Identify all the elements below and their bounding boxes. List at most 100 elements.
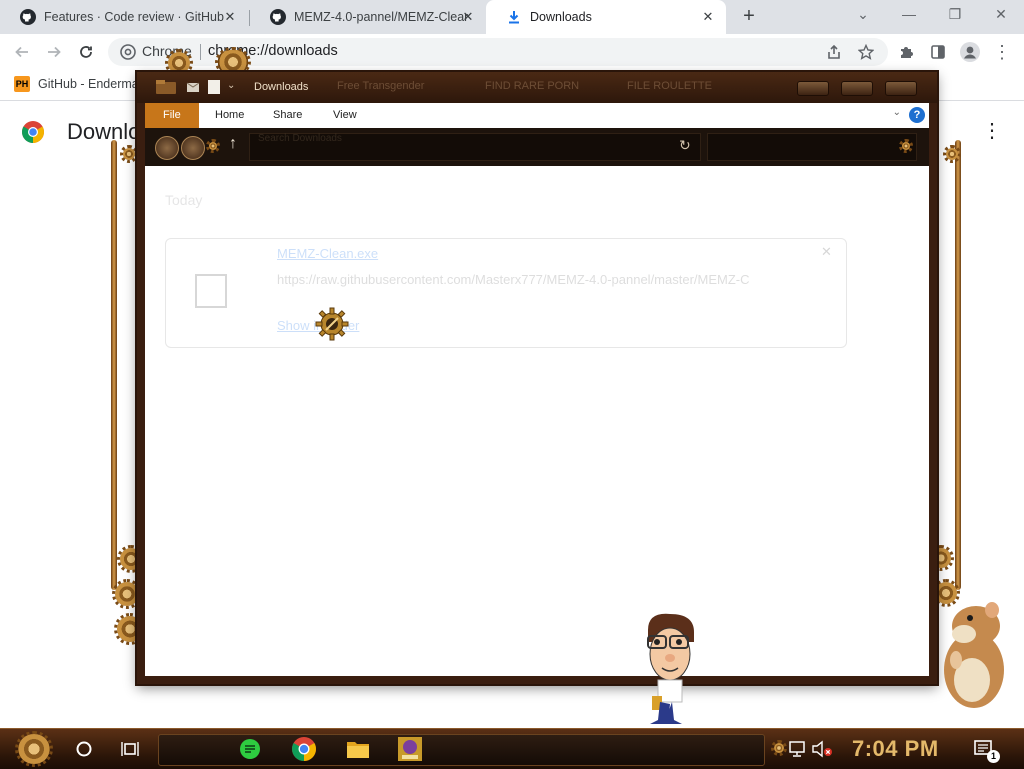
tab-memz-pannel[interactable]: MEMZ-4.0-pannel/MEMZ-Clean ✕ — [250, 0, 486, 34]
explorer-app-icon — [156, 80, 176, 94]
tab-search-icon[interactable]: ⌄ — [848, 3, 878, 27]
tab-title: Downloads — [530, 10, 592, 24]
gear-icon — [943, 145, 961, 163]
back-arrow-icon — [15, 46, 28, 58]
explorer-address-bar[interactable]: Search Downloads ⌄ — [249, 133, 728, 161]
explorer-content-pane[interactable]: Today MEMZ-Clean.exe https://raw.githubu… — [145, 166, 929, 676]
extensions-icon[interactable] — [894, 40, 918, 64]
ribbon-tab-home[interactable]: Home — [205, 103, 254, 128]
taskbar: 7:04 PM 1 — [0, 728, 1024, 769]
download-card — [165, 238, 847, 348]
maximize-button[interactable] — [841, 81, 873, 96]
quick-access-dropdown-icon[interactable]: ⌄ — [227, 80, 235, 96]
ghost-label: Free Transgender — [337, 80, 425, 92]
cartoon-character-icon — [647, 613, 694, 724]
brass-pipe-left — [111, 140, 117, 590]
forward-arrow-icon — [48, 46, 61, 58]
brass-pipe-right — [955, 140, 961, 590]
browser-toolbar: Chrome chrome://downloads ⋮ — [0, 34, 1024, 70]
up-level-icon[interactable]: ↑ — [229, 135, 237, 153]
minimize-button[interactable]: — — [894, 3, 924, 27]
reload-button[interactable] — [74, 40, 98, 64]
download-filename-link[interactable]: MEMZ-Clean.exe — [277, 246, 378, 261]
expand-ribbon-icon[interactable]: ⌄ — [893, 107, 901, 118]
share-icon[interactable] — [822, 40, 846, 64]
search-button[interactable] — [70, 735, 98, 763]
hamster-icon — [944, 602, 1004, 708]
cortana-circle-icon — [76, 741, 92, 757]
task-view-button[interactable] — [116, 735, 144, 763]
chrome-logo-icon — [22, 121, 44, 143]
ribbon-tab-file[interactable]: File — [145, 103, 199, 128]
ghost-label: FILE ROULETTE — [627, 80, 712, 92]
close-window-button[interactable] — [885, 81, 917, 96]
file-explorer-app[interactable] — [344, 735, 372, 763]
omnibox-divider — [200, 44, 201, 60]
github-icon — [20, 9, 36, 25]
new-tab-button[interactable]: + — [738, 5, 760, 27]
gear-icon — [215, 47, 251, 77]
side-panel-icon[interactable] — [926, 40, 950, 64]
bookmark-favicon: PH — [14, 76, 30, 92]
tab-title: Features · Code review · GitHub — [44, 10, 224, 24]
github-icon — [270, 9, 286, 25]
file-icon — [195, 274, 227, 308]
explorer-search-box[interactable] — [707, 133, 917, 161]
volume-muted-icon[interactable] — [808, 735, 836, 763]
tab-title: MEMZ-4.0-pannel/MEMZ-Clean — [294, 10, 468, 24]
explorer-ribbon: File Home Share View ⌄ ? — [145, 103, 929, 128]
sheets-icon — [240, 739, 260, 759]
explorer-back-button[interactable] — [155, 136, 179, 160]
close-tab-icon[interactable]: ✕ — [222, 9, 238, 25]
minimize-button[interactable] — [797, 81, 829, 96]
taskbar-clock[interactable]: 7:04 PM — [852, 736, 939, 762]
gear-icon — [112, 579, 142, 609]
close-window-button[interactable]: ✕ — [986, 3, 1016, 27]
bonzi-icon — [398, 737, 422, 761]
profile-avatar-icon[interactable] — [958, 40, 982, 64]
explorer-forward-button[interactable] — [181, 136, 205, 160]
bookmark-star-icon[interactable] — [854, 40, 878, 64]
sheets-app[interactable] — [236, 735, 264, 763]
bonzi-app[interactable] — [396, 735, 424, 763]
gear-icon — [120, 145, 138, 163]
restore-button[interactable]: ❐ — [940, 3, 970, 27]
chrome-app[interactable] — [290, 735, 318, 763]
notification-center-button[interactable]: 1 — [970, 735, 1000, 763]
recent-locations-icon[interactable] — [206, 139, 220, 153]
tab-downloads[interactable]: Downloads ✕ — [486, 0, 726, 34]
search-icon — [899, 139, 913, 153]
reload-icon — [80, 46, 92, 58]
explorer-titlebar[interactable]: ⌄ Free Transgender FIND RARE PORN FILE R… — [137, 72, 937, 103]
help-icon[interactable]: ? — [909, 107, 925, 123]
explorer-navigation-bar: ↑ Search Downloads ⌄ ↻ — [145, 128, 929, 166]
ghost-label: FIND RARE PORN — [485, 80, 580, 92]
ribbon-tab-view[interactable]: View — [323, 103, 367, 128]
back-button[interactable] — [10, 40, 34, 64]
ribbon-tab-share[interactable]: Share — [263, 103, 312, 128]
busy-gear-cursor-icon — [315, 307, 349, 341]
downloads-menu-icon[interactable]: ⋮ — [982, 121, 1002, 141]
remove-download-icon[interactable]: ✕ — [821, 244, 832, 260]
notification-count-badge: 1 — [987, 750, 1000, 763]
file-explorer-window[interactable]: ⌄ Free Transgender FIND RARE PORN FILE R… — [137, 72, 937, 684]
start-button[interactable] — [14, 731, 54, 767]
chrome-icon — [292, 737, 316, 761]
tray-gear-icon — [771, 740, 787, 756]
explorer-title: Downloads — [254, 81, 309, 93]
tab-features-code-review[interactable]: Features · Code review · GitHub ✕ — [0, 0, 248, 34]
refresh-icon[interactable]: ↻ — [679, 137, 691, 154]
section-today: Today — [165, 192, 203, 208]
task-view-icon — [121, 742, 139, 756]
close-tab-icon[interactable]: ✕ — [700, 9, 716, 25]
start-gear-icon — [15, 731, 53, 767]
gear-icon — [165, 49, 193, 77]
download-icon — [506, 9, 522, 25]
new-folder-icon — [208, 80, 220, 94]
folder-icon — [347, 742, 369, 758]
forward-button[interactable] — [42, 40, 66, 64]
tab-strip: Features · Code review · GitHub ✕ MEMZ-4… — [0, 0, 1024, 34]
close-tab-icon[interactable]: ✕ — [460, 9, 476, 25]
browser-menu-icon[interactable]: ⋮ — [990, 40, 1014, 64]
chrome-site-icon — [120, 44, 136, 60]
